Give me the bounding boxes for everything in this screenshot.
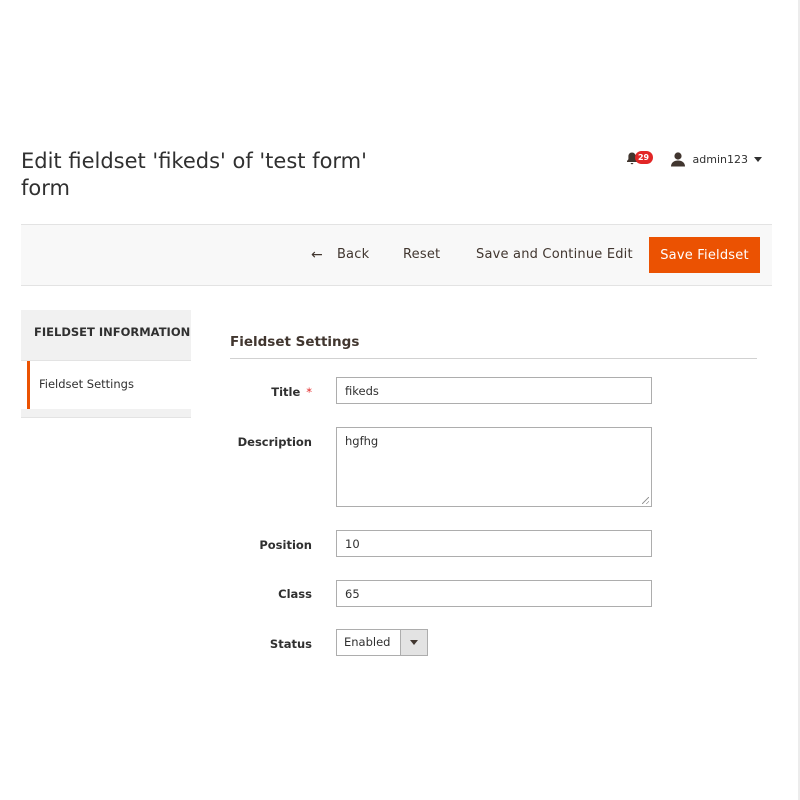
title-input[interactable] (336, 377, 652, 404)
chevron-down-icon (754, 156, 762, 162)
status-select[interactable]: Enabled (336, 629, 428, 656)
class-input[interactable] (336, 580, 652, 607)
sidebar-footer (21, 409, 191, 417)
sidebar-item-fieldset-settings[interactable]: Fieldset Settings (27, 361, 191, 409)
position-input[interactable] (336, 530, 652, 557)
save-and-continue-button[interactable]: Save and Continue Edit (476, 237, 633, 273)
save-fieldset-button[interactable]: Save Fieldset (649, 237, 760, 273)
notifications-button[interactable]: 29 (626, 150, 653, 168)
required-asterisk: * (306, 385, 312, 399)
section-title: Fieldset Settings (230, 334, 757, 359)
status-label: Status (269, 637, 312, 651)
user-icon (670, 152, 685, 167)
back-button-label: Back (336, 247, 370, 262)
sidebar: FIELDSET INFORMATION Fieldset Settings (21, 310, 191, 418)
position-label: Position (259, 538, 312, 552)
back-button[interactable]: ← Back (311, 237, 369, 273)
notifications-count-badge: 29 (634, 151, 653, 164)
user-account-menu[interactable]: admin123 (670, 151, 762, 167)
header-actions: 29 admin123 (626, 148, 762, 170)
sidebar-title: FIELDSET INFORMATION (21, 310, 191, 361)
page-actions-toolbar: ← Back Reset Save and Continue Edit Save… (21, 224, 772, 286)
chevron-down-icon (410, 640, 418, 645)
reset-button[interactable]: Reset (403, 237, 440, 273)
status-select-value: Enabled (344, 635, 391, 649)
description-textarea[interactable]: hgfhg (336, 427, 652, 507)
description-label: Description (237, 435, 312, 449)
page-title: Edit fieldset 'fikeds' of 'test form' fo… (21, 149, 367, 200)
user-name: admin123 (692, 152, 748, 166)
status-select-toggle[interactable] (400, 630, 427, 655)
textarea-resize-handle[interactable] (642, 497, 649, 504)
title-label: Title * (212, 385, 312, 399)
class-label: Class (278, 587, 312, 601)
title-label-text: Title (271, 385, 301, 399)
arrow-left-icon: ← (311, 247, 323, 263)
